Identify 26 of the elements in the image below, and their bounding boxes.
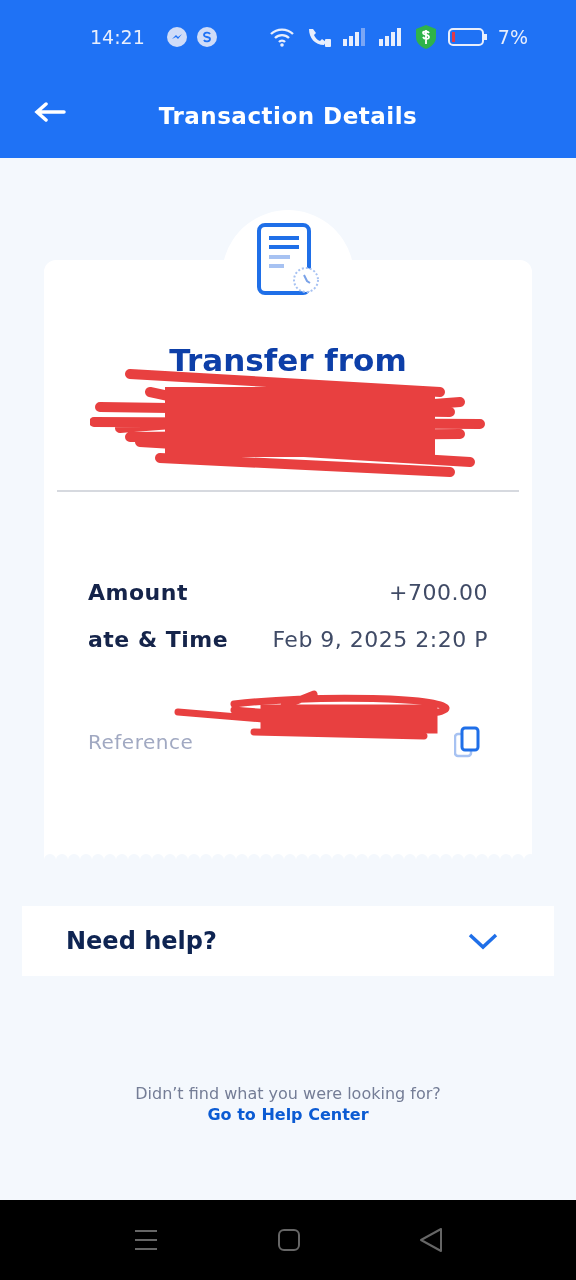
dollar-shield-icon	[413, 24, 438, 50]
app-icon	[196, 27, 217, 47]
messenger-icon	[166, 27, 187, 47]
back-arrow-icon[interactable]	[34, 102, 66, 122]
transaction-title: Transfer from	[169, 342, 407, 378]
clock-time: 14:21	[90, 26, 145, 48]
help-prompt: Didn’t find what you were looking for?	[135, 1084, 441, 1103]
detail-value: +700.00	[389, 580, 488, 605]
signal-icon	[341, 27, 368, 47]
battery-percent: 7%	[497, 26, 528, 48]
help-title: Need help?	[66, 927, 217, 955]
reference-label: Reference	[88, 730, 194, 754]
detail-label: Amount	[88, 580, 188, 605]
back-icon[interactable]	[420, 1228, 442, 1252]
wifi-icon	[269, 27, 296, 47]
copy-icon[interactable]	[454, 726, 480, 758]
signal-icon	[377, 27, 404, 47]
home-icon[interactable]	[278, 1229, 300, 1251]
help-center-link[interactable]: Go to Help Center	[207, 1105, 369, 1124]
screen-title: Transaction Details	[158, 103, 418, 129]
menu-icon[interactable]	[134, 1229, 158, 1251]
help-accordion[interactable]: Need help?	[22, 906, 554, 976]
receipt-clock-icon	[256, 222, 320, 296]
detail-value: Feb 9, 2025 2:20 P	[272, 627, 488, 652]
detail-label: ate & Time	[88, 627, 229, 652]
battery-icon	[447, 27, 488, 47]
